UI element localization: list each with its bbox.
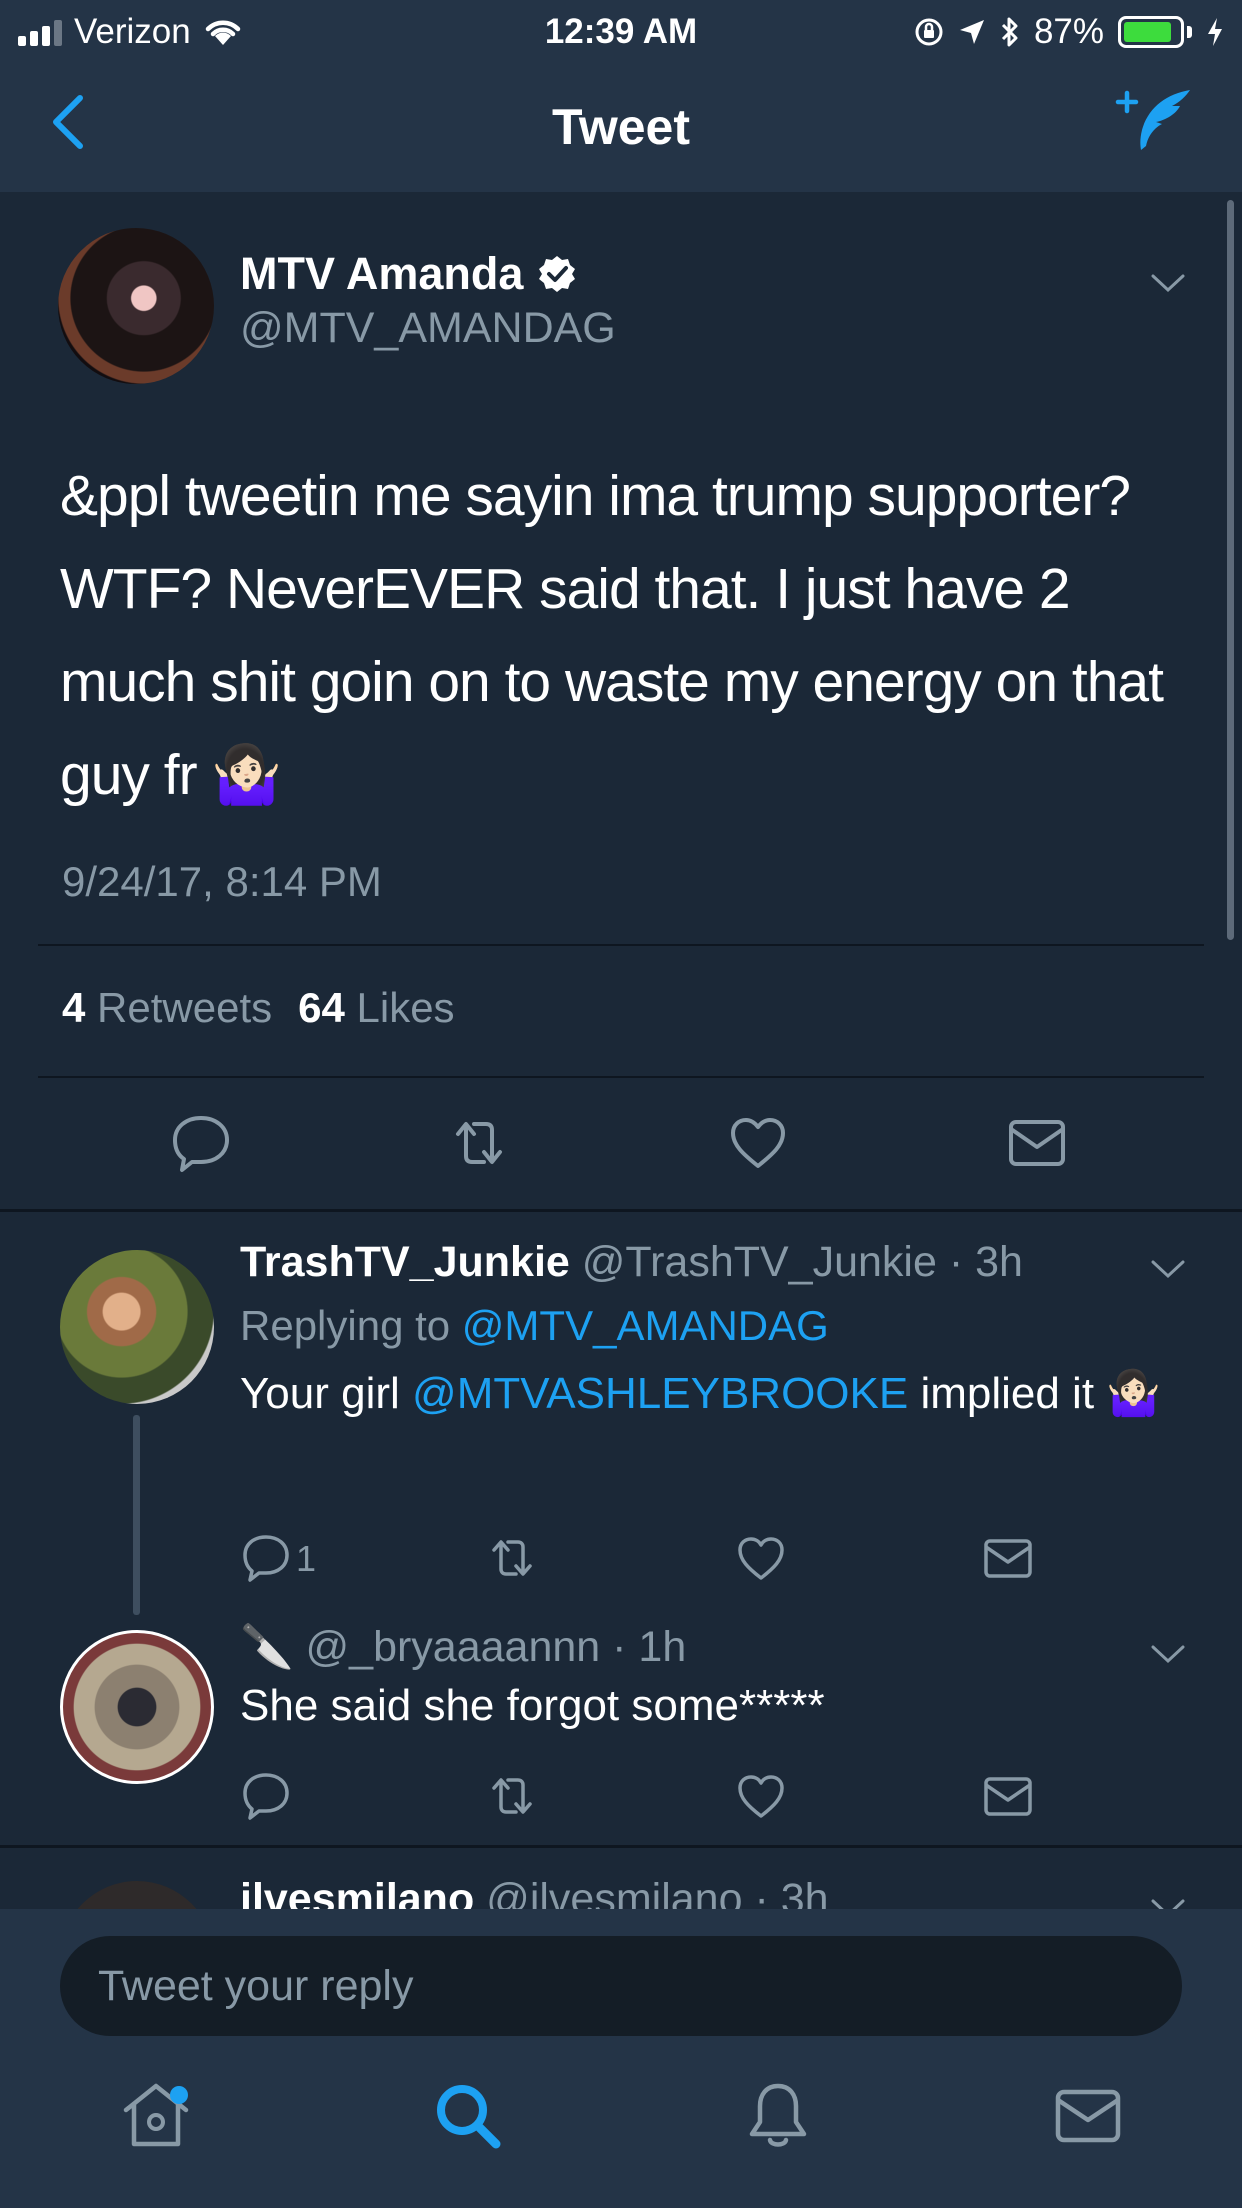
messages-icon[interactable]: [1048, 2076, 1128, 2156]
retweets-count: 4: [62, 984, 86, 1031]
reply-options-chevron-icon[interactable]: [1150, 1258, 1186, 1280]
reply-author-name[interactable]: ilvesmilano: [240, 1875, 474, 1909]
like-icon[interactable]: [727, 1112, 789, 1174]
home-notification-dot: [170, 2086, 188, 2104]
retweet-icon[interactable]: [486, 1770, 538, 1822]
reply-header: TrashTV_Junkie @TrashTV_Junkie · 3h: [240, 1238, 1023, 1287]
tweet-stats: 4 Retweets 64 Likes: [62, 984, 455, 1032]
divider: [38, 1076, 1204, 1078]
reply-author-name[interactable]: 🔪: [240, 1623, 294, 1671]
bluetooth-icon: [1001, 17, 1018, 47]
reply-text-after: implied it 🤷🏻‍♀️: [908, 1369, 1162, 1418]
reply-handle-time[interactable]: @TrashTV_Junkie · 3h: [582, 1238, 1023, 1286]
like-icon[interactable]: [735, 1770, 787, 1822]
author-name-row: MTV Amanda: [240, 248, 577, 300]
reply-icon[interactable]: [240, 1532, 292, 1584]
reply-options-chevron-icon[interactable]: [1150, 1897, 1186, 1909]
orientation-lock-icon: [915, 18, 943, 46]
likes-label: Likes: [356, 984, 455, 1031]
battery-percent: 87%: [1033, 12, 1104, 51]
reply-text-before: Your girl: [240, 1369, 413, 1418]
reply-action-bar: [0, 1768, 1242, 1828]
like-icon[interactable]: [735, 1532, 787, 1584]
direct-message-icon[interactable]: [982, 1532, 1034, 1584]
reply-handle-time[interactable]: @_bryaaaannn · 1h: [306, 1623, 687, 1671]
reply-text: She said she forgot some*****: [240, 1681, 825, 1730]
reply-avatar[interactable]: [60, 1630, 214, 1784]
replying-to-line: Replying to @MTV_AMANDAG: [240, 1302, 829, 1350]
reply-options-chevron-icon[interactable]: [1150, 1643, 1186, 1665]
status-bar: Verizon 12:39 AM 87%: [0, 0, 1242, 60]
reply-avatar[interactable]: [60, 1881, 214, 1909]
likes-stat[interactable]: 64 Likes: [298, 984, 454, 1032]
reply-icon[interactable]: [240, 1770, 292, 1822]
reply-action-bar: 1: [0, 1530, 1242, 1590]
top-bar: Verizon 12:39 AM 87% Tweet: [0, 0, 1242, 192]
charging-bolt-icon: [1208, 18, 1222, 46]
notifications-icon[interactable]: [738, 2076, 818, 2156]
bottom-tab-bar: [0, 2044, 1242, 2208]
location-icon: [959, 20, 984, 44]
author-avatar[interactable]: [58, 228, 214, 384]
reply-partial: ilvesmilano @ilvesmilano · 3h: [0, 1845, 1242, 1909]
reply-count: 1: [296, 1538, 317, 1579]
compose-tweet-icon[interactable]: [1114, 86, 1192, 156]
reply-avatar[interactable]: [60, 1250, 214, 1404]
direct-message-icon[interactable]: [982, 1770, 1034, 1822]
page-title: Tweet: [552, 99, 690, 155]
likes-count: 64: [298, 984, 345, 1031]
tweet-action-bar: [0, 1112, 1242, 1192]
reply-input[interactable]: [60, 1936, 1182, 2036]
main-tweet: MTV Amanda @MTV_AMANDAG &ppl tweetin me …: [0, 192, 1242, 1209]
replying-to-prefix: Replying to: [240, 1302, 462, 1349]
tweet-options-chevron-icon[interactable]: [1150, 272, 1186, 294]
retweets-label: Retweets: [97, 984, 273, 1031]
author-handle[interactable]: @MTV_AMANDAG: [240, 304, 616, 353]
replying-to-link[interactable]: @MTV_AMANDAG: [462, 1302, 829, 1349]
reply-handle-time[interactable]: @ilvesmilano · 3h: [486, 1875, 828, 1909]
author-name[interactable]: MTV Amanda: [240, 248, 523, 300]
direct-message-icon[interactable]: [1006, 1112, 1068, 1174]
tweet-text: &ppl tweetin me sayin ima trump supporte…: [60, 464, 1164, 807]
search-icon[interactable]: [428, 2076, 508, 2156]
verified-badge-icon: [539, 256, 576, 292]
retweets-stat[interactable]: 4 Retweets: [62, 984, 272, 1032]
scrollbar[interactable]: [1227, 200, 1234, 940]
divider: [38, 944, 1204, 946]
retweet-icon[interactable]: [448, 1112, 510, 1174]
status-right: 87%: [914, 12, 1224, 52]
tweet-detail-screen: Verizon 12:39 AM 87% Tweet MTV Amanda @M…: [0, 0, 1242, 2208]
mention-link[interactable]: @MTVASHLEYBROOKE: [412, 1369, 908, 1418]
reply-text: Your girl @MTVASHLEYBROOKE implied it 🤷🏻…: [240, 1360, 1180, 1428]
reply-composer-bar: [0, 1909, 1242, 2044]
reply-header: ilvesmilano @ilvesmilano · 3h: [240, 1875, 829, 1909]
retweet-icon[interactable]: [486, 1532, 538, 1584]
reply-header: 🔪 @_bryaaaannn · 1h: [240, 1622, 686, 1672]
battery-icon: [1118, 16, 1192, 48]
navigation-bar: Tweet: [0, 70, 1242, 180]
reply-icon[interactable]: [170, 1112, 232, 1174]
tweet-timestamp: 9/24/17, 8:14 PM: [62, 858, 382, 905]
reply-author-name[interactable]: TrashTV_Junkie: [240, 1238, 570, 1286]
